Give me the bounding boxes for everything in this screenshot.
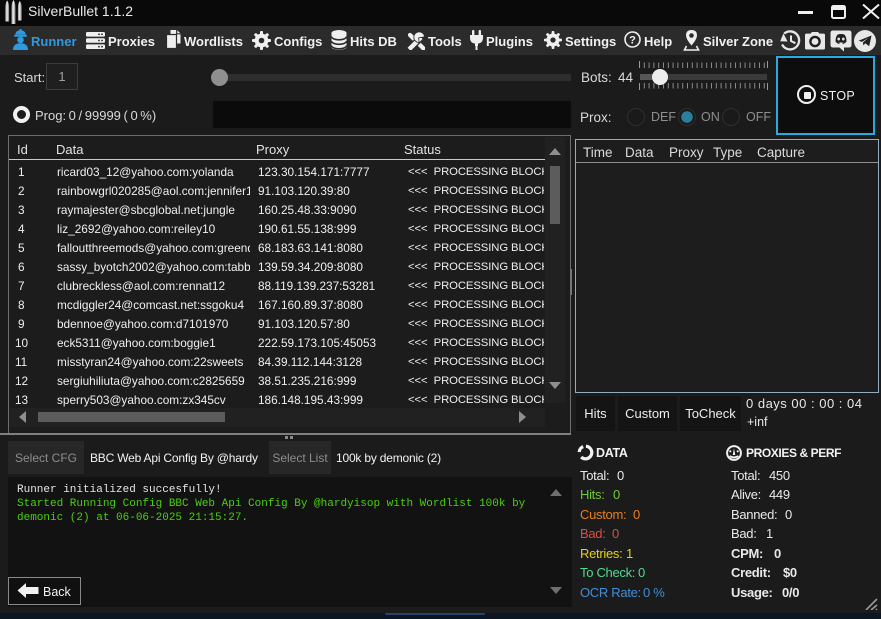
svg-text:?: ? (629, 34, 636, 46)
